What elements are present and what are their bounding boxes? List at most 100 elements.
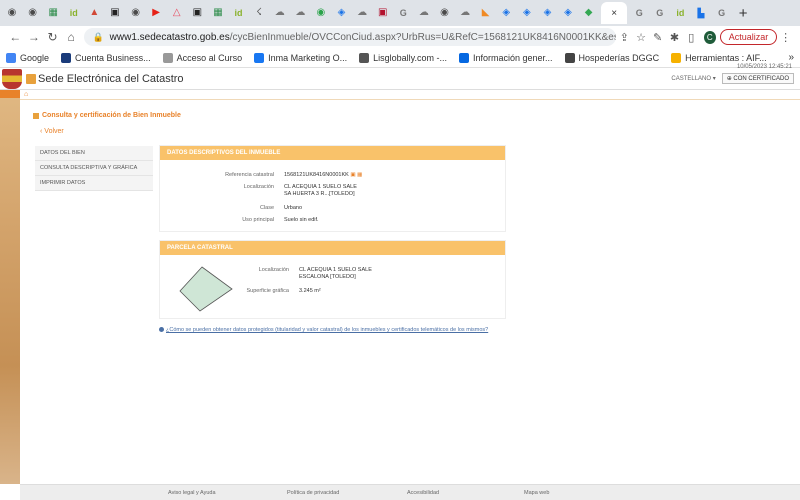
- tab-favicon-icon: G: [635, 7, 643, 18]
- url-host: www1.sedecatastro.gob.es: [109, 31, 230, 43]
- tab-favicon-icon: ☁: [418, 7, 429, 18]
- browser-tab-20[interactable]: ☁: [414, 2, 434, 24]
- bookmark-item[interactable]: Herramientas : AIF...: [671, 52, 767, 63]
- browser-tab-5[interactable]: ▣: [105, 2, 125, 24]
- value-ref-catastral: 1568121UK8416N0001KK ▣ ▦: [284, 172, 362, 178]
- tab-favicon-icon: ◉: [440, 7, 449, 18]
- side-menu-item-imprimir[interactable]: Imprimir datos: [35, 176, 153, 191]
- browser-tab-24[interactable]: ◈: [496, 2, 516, 24]
- browser-tab-10[interactable]: ▦: [208, 2, 228, 24]
- map-icon[interactable]: ▦: [357, 172, 362, 178]
- close-tab-icon[interactable]: ×: [611, 8, 617, 19]
- browser-tab-19[interactable]: G: [393, 2, 413, 24]
- browser-tab-6[interactable]: ◉: [126, 2, 146, 24]
- home-icon[interactable]: ⌂: [24, 91, 28, 98]
- browser-tab-1[interactable]: ◉: [23, 2, 43, 24]
- protected-data-info-link[interactable]: ¿Cómo se pueden obtener datos protegidos…: [159, 327, 488, 333]
- tab-favicon-icon: ◈: [522, 7, 531, 18]
- browser-tab-25[interactable]: ◈: [517, 2, 537, 24]
- browser-tab-13[interactable]: ☁: [270, 2, 290, 24]
- site-title[interactable]: Sede Electrónica del Catastro: [38, 73, 184, 85]
- bookmark-item[interactable]: Google: [6, 52, 50, 63]
- bookmark-item[interactable]: Hospederías DGGC: [564, 52, 660, 63]
- tab-favicon-icon: id: [69, 7, 78, 18]
- side-menu-item-consulta[interactable]: Consulta descriptiva y gráfica: [35, 161, 153, 176]
- parcel-shape-icon[interactable]: [178, 265, 236, 313]
- browser-tab-27[interactable]: ◈: [558, 2, 578, 24]
- extension-pen-icon[interactable]: ✎: [649, 31, 666, 44]
- bookmark-item[interactable]: Lisglobally.com -...: [359, 52, 447, 63]
- home-icon[interactable]: ⌂: [62, 27, 81, 47]
- menu-kebab-icon[interactable]: ⋮: [777, 31, 794, 44]
- bookmark-item[interactable]: Información gener...: [459, 52, 553, 63]
- browser-tab-after-1[interactable]: G: [650, 2, 670, 24]
- browser-tab-7[interactable]: ▶: [146, 2, 166, 24]
- profile-avatar[interactable]: C: [703, 30, 716, 44]
- sidebar-icon[interactable]: ▯: [683, 31, 700, 44]
- browser-tab-17[interactable]: ☁: [352, 2, 372, 24]
- forward-arrow-icon[interactable]: →: [25, 27, 44, 47]
- browser-tab-2[interactable]: ▦: [43, 2, 63, 24]
- language-selector[interactable]: CASTELLANO ▾: [671, 75, 715, 82]
- update-button[interactable]: Actualizar: [719, 29, 778, 45]
- footer-link-accesibilidad[interactable]: Accesibilidad: [407, 490, 439, 496]
- browser-tab-15[interactable]: ◉: [311, 2, 331, 24]
- browser-tab-9[interactable]: ▣: [187, 2, 207, 24]
- tab-favicon-icon: ☁: [357, 7, 368, 18]
- bookmark-label: Google: [20, 52, 50, 63]
- browser-tab-21[interactable]: ◉: [434, 2, 454, 24]
- header-right: 10/05/2023 12:45:21 CASTELLANO ▾ ⊕ CON C…: [671, 64, 794, 84]
- browser-tab-0[interactable]: ◉: [2, 2, 22, 24]
- bookmark-label: Hospederías DGGC: [578, 52, 660, 63]
- browser-tab-14[interactable]: ☁: [290, 2, 310, 24]
- bookmark-item[interactable]: Cuenta Business...: [61, 52, 151, 63]
- browser-tab-28[interactable]: ◆: [579, 2, 599, 24]
- browser-tab-26[interactable]: ◈: [537, 2, 557, 24]
- tab-favicon-icon: ☁: [295, 7, 306, 18]
- browser-tab-23[interactable]: ◣: [476, 2, 496, 24]
- browser-tab-18[interactable]: ▣: [373, 2, 393, 24]
- back-link[interactable]: ‹ Volver: [40, 128, 64, 135]
- new-tab-button[interactable]: +: [732, 5, 754, 22]
- tab-favicon-icon: G: [656, 7, 664, 18]
- footer-link-privacidad[interactable]: Política de privacidad: [287, 490, 339, 496]
- bookmark-label: Acceso al Curso: [176, 52, 243, 63]
- browser-tab-after-3[interactable]: ▙: [691, 2, 711, 24]
- browser-tab-4[interactable]: ▲: [84, 2, 104, 24]
- bookmark-item[interactable]: Acceso al Curso: [162, 52, 243, 63]
- bookmark-star-icon[interactable]: ☆: [633, 31, 650, 44]
- browser-tab-after-2[interactable]: id: [670, 2, 690, 24]
- value-superficie: 3.245 m²: [299, 288, 321, 294]
- browser-tab-22[interactable]: ☁: [455, 2, 475, 24]
- footer-link-mapa-web[interactable]: Mapa web: [524, 490, 549, 496]
- browser-tab-8[interactable]: △: [167, 2, 187, 24]
- tab-favicon-icon: ☁: [274, 7, 285, 18]
- certificate-login-button[interactable]: ⊕ CON CERTIFICADO: [721, 73, 794, 84]
- copy-icon[interactable]: ▣: [350, 172, 355, 178]
- reload-icon[interactable]: ↻: [43, 27, 62, 47]
- tab-favicon-icon: ◈: [502, 7, 511, 18]
- side-menu: Datos del bien Consulta descriptiva y gr…: [35, 146, 153, 191]
- browser-tab-after-4[interactable]: G: [712, 2, 732, 24]
- bookmarks-more-icon[interactable]: »: [788, 52, 794, 63]
- panel-header: DATOS DESCRIPTIVOS DEL INMUEBLE: [160, 146, 505, 160]
- browser-tab-16[interactable]: ◈: [332, 2, 352, 24]
- address-bar[interactable]: 🔒 www1.sedecatastro.gob.es /cycBienInmue…: [84, 28, 616, 46]
- share-icon[interactable]: ⇪: [616, 31, 633, 44]
- bookmark-favicon-icon: [61, 52, 72, 63]
- browser-tab-after-0[interactable]: G: [629, 2, 649, 24]
- browser-tab-3[interactable]: id: [64, 2, 84, 24]
- footer-link-aviso-legal[interactable]: Aviso legal y Ayuda: [168, 490, 216, 496]
- browser-tab-11[interactable]: id: [229, 2, 249, 24]
- browser-tab-12[interactable]: ☇: [249, 2, 269, 24]
- decorative-side-image: [0, 90, 20, 484]
- site-header: Sede Electrónica del Catastro 10/05/2023…: [0, 64, 800, 90]
- back-arrow-icon[interactable]: ←: [6, 27, 25, 47]
- tab-favicon-icon: ◈: [337, 7, 346, 18]
- side-menu-item-datos[interactable]: Datos del bien: [35, 146, 153, 161]
- bookmark-favicon-icon: [359, 52, 370, 63]
- bookmark-item[interactable]: Inma Marketing O...: [254, 52, 347, 63]
- browser-tab-active[interactable]: ×: [601, 2, 628, 24]
- tab-favicon-icon: ◈: [543, 7, 552, 18]
- extensions-puzzle-icon[interactable]: ✱: [666, 31, 683, 44]
